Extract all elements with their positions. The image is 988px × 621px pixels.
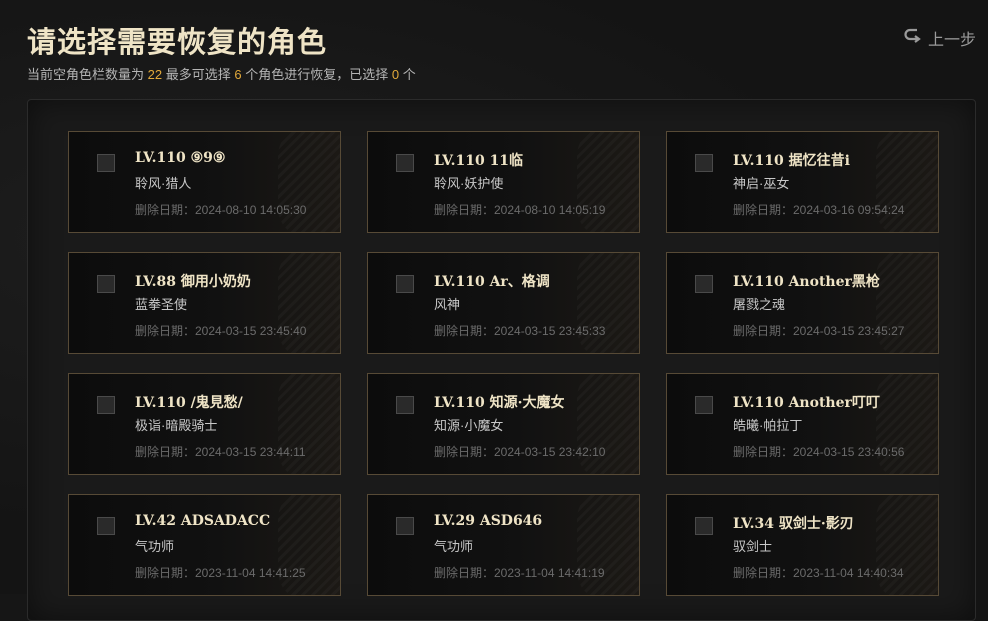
deletion-date: 删除日期：2024-08-10 14:05:30	[135, 203, 307, 217]
deletion-date: 删除日期：2024-03-15 23:44:11	[135, 445, 306, 459]
character-class: 神启·巫女	[733, 176, 790, 191]
character-card[interactable]: LV.42 ADSADACC 气功师 删除日期：2023-11-04 14:41…	[68, 494, 341, 596]
empty-slot-count: 22	[147, 67, 163, 82]
select-checkbox[interactable]	[97, 517, 115, 535]
back-button[interactable]: 上一步	[904, 26, 976, 50]
character-card[interactable]: LV.29 ASD646 气功师 删除日期：2023-11-04 14:41:1…	[367, 494, 640, 596]
select-checkbox[interactable]	[695, 275, 713, 293]
slot-info: 当前空角色栏数量为 22 最多可选择 6 个角色进行恢复，已选择 0 个	[27, 64, 416, 83]
character-card[interactable]: LV.110 Ar、格调 风神 删除日期：2024-03-15 23:45:33	[367, 252, 640, 354]
character-name: LV.110 Another黑枪	[733, 274, 880, 290]
character-class: 屠戮之魂	[733, 297, 786, 312]
character-class: 气功师	[135, 539, 175, 554]
slot-info-mid2: 个角色进行恢复，已选择	[245, 67, 389, 82]
character-class: 聆风·猎人	[135, 176, 192, 191]
select-checkbox[interactable]	[396, 517, 414, 535]
character-name: LV.34 驭剑士·影刃	[733, 516, 854, 532]
character-card[interactable]: LV.110 Another黑枪 屠戮之魂 删除日期：2024-03-15 23…	[666, 252, 939, 354]
character-card[interactable]: LV.88 御用小奶奶 蓝拳圣使 删除日期：2024-03-15 23:45:4…	[68, 252, 341, 354]
character-name: LV.29 ASD646	[434, 513, 543, 529]
character-class: 气功师	[434, 539, 474, 554]
select-checkbox[interactable]	[695, 517, 713, 535]
slot-info-mid: 最多可选择	[165, 67, 231, 82]
character-card[interactable]: LV.110 /鬼見愁/ 极诣·暗殿骑士 删除日期：2024-03-15 23:…	[68, 373, 341, 475]
deletion-date: 删除日期：2023-11-04 14:41:19	[434, 566, 605, 580]
character-card[interactable]: LV.110 11临 聆风·妖护使 删除日期：2024-08-10 14:05:…	[367, 131, 640, 233]
character-card[interactable]: LV.110 ⑨9⑨ 聆风·猎人 删除日期：2024-08-10 14:05:3…	[68, 131, 341, 233]
character-name: LV.110 Another叮叮	[733, 395, 880, 411]
character-class: 皓曦·帕拉丁	[733, 418, 803, 433]
return-arrow-icon	[904, 27, 928, 50]
character-name: LV.110 ⑨9⑨	[135, 150, 226, 166]
character-name: LV.110 /鬼見愁/	[135, 395, 243, 411]
character-card[interactable]: LV.110 知源·大魔女 知源·小魔女 删除日期：2024-03-15 23:…	[367, 373, 640, 475]
deletion-date: 删除日期：2023-11-04 14:41:25	[135, 566, 306, 580]
character-name: LV.110 据忆往昔i	[733, 153, 850, 169]
back-label: 上一步	[927, 32, 976, 49]
slot-info-suffix: 个	[402, 67, 416, 82]
character-card[interactable]: LV.110 据忆往昔i 神启·巫女 删除日期：2024-03-16 09:54…	[666, 131, 939, 233]
deletion-date: 删除日期：2024-03-15 23:45:33	[434, 324, 606, 338]
character-class: 聆风·妖护使	[434, 176, 504, 191]
character-class: 知源·小魔女	[434, 418, 504, 433]
deletion-date: 删除日期：2024-03-16 09:54:24	[733, 203, 905, 217]
select-checkbox[interactable]	[97, 396, 115, 414]
character-class: 驭剑士	[733, 539, 773, 554]
select-checkbox[interactable]	[695, 396, 713, 414]
character-grid: LV.110 ⑨9⑨ 聆风·猎人 删除日期：2024-08-10 14:05:3…	[68, 131, 939, 596]
character-name: LV.110 知源·大魔女	[434, 395, 565, 411]
select-checkbox[interactable]	[396, 154, 414, 172]
select-checkbox[interactable]	[97, 275, 115, 293]
character-name: LV.110 11临	[434, 153, 524, 169]
character-name: LV.88 御用小奶奶	[135, 274, 251, 290]
character-panel: LV.110 ⑨9⑨ 聆风·猎人 删除日期：2024-08-10 14:05:3…	[27, 99, 976, 621]
deletion-date: 删除日期：2024-03-15 23:45:40	[135, 324, 307, 338]
selected-count: 0	[391, 67, 400, 82]
max-select-count: 6	[234, 67, 242, 82]
select-checkbox[interactable]	[97, 154, 115, 172]
character-name: LV.110 Ar、格调	[434, 274, 550, 290]
select-checkbox[interactable]	[695, 154, 713, 172]
character-name: LV.42 ADSADACC	[135, 513, 271, 529]
select-checkbox[interactable]	[396, 275, 414, 293]
deletion-date: 删除日期：2024-03-15 23:45:27	[733, 324, 905, 338]
character-card[interactable]: LV.34 驭剑士·影刃 驭剑士 删除日期：2023-11-04 14:40:3…	[666, 494, 939, 596]
character-card[interactable]: LV.110 Another叮叮 皓曦·帕拉丁 删除日期：2024-03-15 …	[666, 373, 939, 475]
select-checkbox[interactable]	[396, 396, 414, 414]
deletion-date: 删除日期：2023-11-04 14:40:34	[733, 566, 904, 580]
slot-info-prefix: 当前空角色栏数量为	[27, 67, 145, 82]
deletion-date: 删除日期：2024-03-15 23:40:56	[733, 445, 905, 459]
character-class: 蓝拳圣使	[135, 297, 188, 312]
character-class: 极诣·暗殿骑士	[135, 418, 218, 433]
deletion-date: 删除日期：2024-03-15 23:42:10	[434, 445, 606, 459]
deletion-date: 删除日期：2024-08-10 14:05:19	[434, 203, 606, 217]
character-class: 风神	[434, 297, 461, 312]
page-title: 请选择需要恢复的角色	[27, 25, 328, 59]
